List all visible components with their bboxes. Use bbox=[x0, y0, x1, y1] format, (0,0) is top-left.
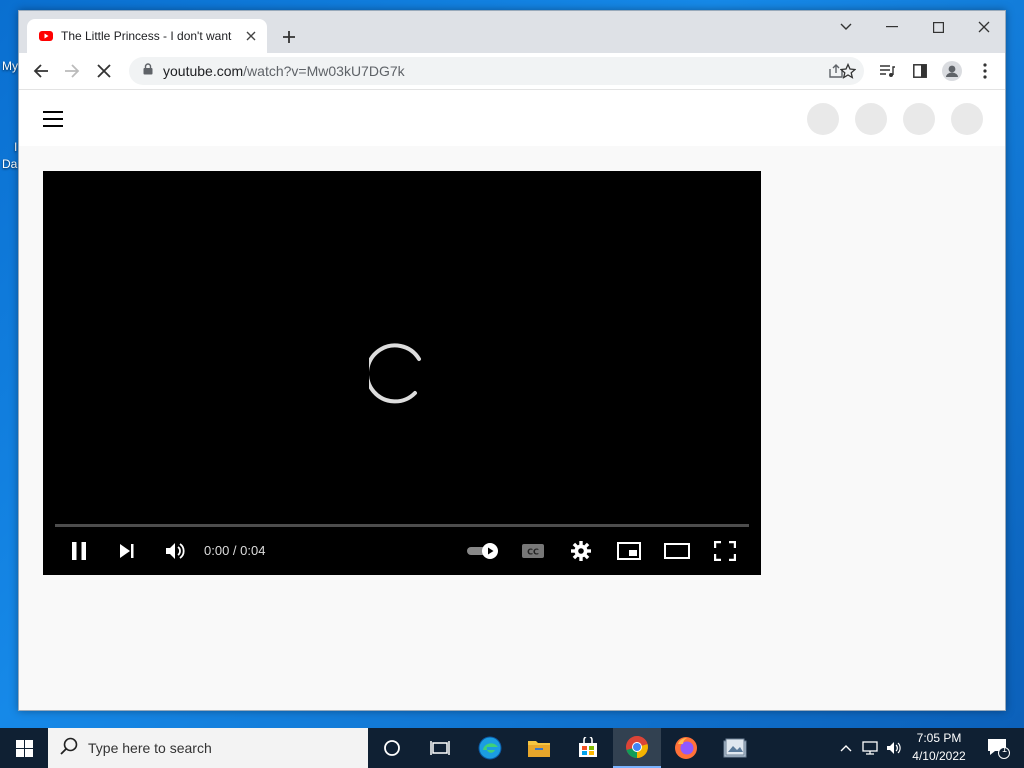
back-icon[interactable] bbox=[27, 57, 55, 85]
taskbar: Type here to search 7:05 PM 4/10/2022 1 bbox=[0, 728, 1024, 768]
network-icon[interactable] bbox=[858, 728, 882, 768]
chrome-icon[interactable] bbox=[613, 728, 661, 768]
tab-title: The Little Princess - I don't want bbox=[61, 29, 232, 43]
side-panel-icon[interactable] bbox=[906, 57, 934, 85]
theater-mode-icon[interactable] bbox=[659, 533, 695, 569]
new-tab-icon[interactable] bbox=[277, 25, 301, 49]
edge-icon[interactable] bbox=[466, 728, 514, 768]
pause-icon[interactable] bbox=[61, 533, 97, 569]
miniplayer-icon[interactable] bbox=[611, 533, 647, 569]
forward-icon[interactable] bbox=[58, 57, 86, 85]
windows-start-icon[interactable] bbox=[0, 728, 48, 768]
photo-viewer-icon[interactable] bbox=[711, 728, 759, 768]
clock-time[interactable]: 7:05 PM bbox=[906, 731, 972, 745]
tab-youtube[interactable]: The Little Princess - I don't want bbox=[27, 19, 267, 53]
hamburger-menu-icon[interactable] bbox=[41, 108, 65, 130]
player-controls: 0:00 / 0:04 CC bbox=[55, 533, 749, 569]
desktop-icon-label[interactable]: My bbox=[2, 59, 18, 73]
notification-count: 1 bbox=[1002, 744, 1008, 754]
fullscreen-icon[interactable] bbox=[707, 533, 743, 569]
url-path: /watch?v=Mw03kU7DG7k bbox=[243, 63, 405, 79]
tab-search-icon[interactable] bbox=[823, 11, 869, 43]
show-hidden-icons-icon[interactable] bbox=[836, 728, 856, 768]
video-player[interactable]: 0:00 / 0:04 CC bbox=[43, 171, 761, 575]
file-explorer-icon[interactable] bbox=[515, 728, 563, 768]
captions-icon[interactable]: CC bbox=[515, 533, 551, 569]
loading-spinner-icon bbox=[365, 341, 433, 405]
settings-gear-icon[interactable] bbox=[563, 533, 599, 569]
clock-date[interactable]: 4/10/2022 bbox=[906, 749, 972, 763]
address-bar[interactable]: youtube.com/watch?v=Mw03kU7DG7k bbox=[129, 57, 864, 85]
svg-text:CC: CC bbox=[527, 548, 539, 557]
search-placeholder: Type here to search bbox=[88, 740, 212, 756]
time-display: 0:00 / 0:04 bbox=[204, 543, 266, 558]
kebab-menu-icon[interactable] bbox=[971, 57, 999, 85]
tab-strip: The Little Princess - I don't want bbox=[19, 11, 1005, 53]
youtube-page: 0:00 / 0:04 CC bbox=[19, 91, 1005, 710]
header-placeholder-icon bbox=[903, 103, 935, 135]
cortana-icon[interactable] bbox=[368, 728, 416, 768]
header-placeholder-icon bbox=[951, 103, 983, 135]
maximize-icon[interactable] bbox=[915, 11, 961, 43]
stop-loading-icon[interactable] bbox=[90, 57, 118, 85]
url-text: youtube.com/watch?v=Mw03kU7DG7k bbox=[163, 63, 405, 79]
desktop-icon-label[interactable]: Da bbox=[2, 157, 17, 171]
search-icon bbox=[60, 737, 78, 760]
desktop-icon-label[interactable]: I bbox=[14, 140, 17, 154]
lock-icon[interactable] bbox=[143, 62, 153, 80]
close-window-icon[interactable] bbox=[961, 11, 1005, 43]
youtube-header bbox=[19, 91, 1005, 146]
url-host: youtube.com bbox=[163, 63, 244, 79]
profile-avatar-icon[interactable] bbox=[938, 57, 966, 85]
close-tab-icon[interactable] bbox=[243, 28, 259, 44]
task-view-icon[interactable] bbox=[416, 728, 464, 768]
header-placeholder-icon bbox=[807, 103, 839, 135]
microsoft-store-icon[interactable] bbox=[564, 728, 612, 768]
speaker-icon[interactable] bbox=[882, 728, 906, 768]
header-placeholder-icon bbox=[855, 103, 887, 135]
youtube-favicon-icon bbox=[39, 29, 53, 43]
browser-window: The Little Princess - I don't want youtu… bbox=[18, 10, 1006, 711]
next-icon[interactable] bbox=[109, 533, 145, 569]
autoplay-toggle-icon[interactable] bbox=[463, 533, 503, 569]
bookmark-star-icon[interactable] bbox=[834, 57, 862, 85]
firefox-icon[interactable] bbox=[662, 728, 710, 768]
browser-toolbar: youtube.com/watch?v=Mw03kU7DG7k bbox=[19, 53, 1005, 90]
minimize-icon[interactable] bbox=[869, 11, 915, 43]
progress-bar[interactable] bbox=[55, 524, 749, 527]
volume-icon[interactable] bbox=[157, 533, 193, 569]
notification-center-icon[interactable]: 1 bbox=[976, 728, 1020, 768]
media-control-icon[interactable] bbox=[873, 57, 901, 85]
taskbar-search-box[interactable]: Type here to search bbox=[48, 728, 368, 768]
